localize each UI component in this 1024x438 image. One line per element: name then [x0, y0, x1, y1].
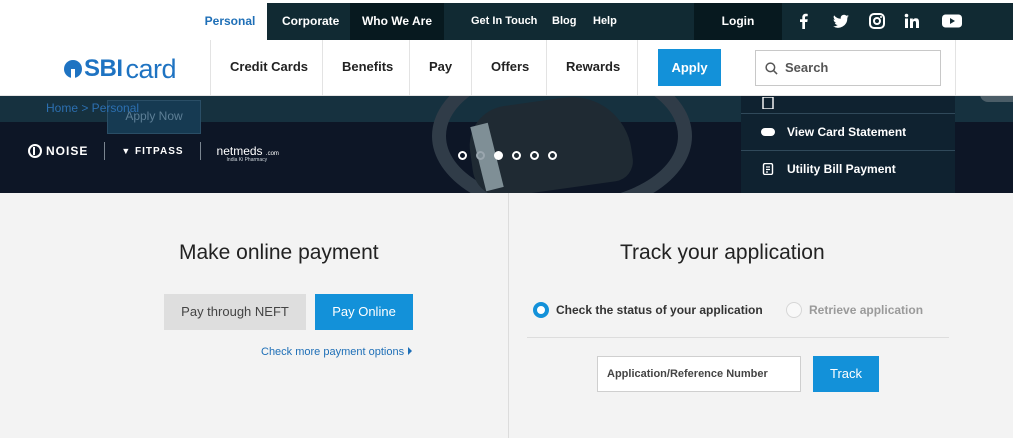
pay-online-button[interactable]: Pay Online	[315, 294, 413, 330]
status-radio[interactable]	[533, 302, 549, 318]
quick-links-panel: View Card Statement Utility Bill Payment	[741, 96, 955, 193]
quick-link-label: View Card Statement	[787, 125, 907, 139]
topnav-blog[interactable]: Blog	[552, 3, 576, 40]
sbi-card-logo[interactable]: SBI card	[64, 53, 177, 84]
nav-divider	[546, 40, 547, 96]
carousel-dot[interactable]	[458, 151, 467, 160]
caret-right-icon	[408, 347, 413, 355]
track-divider	[527, 337, 949, 338]
carousel-dots	[458, 151, 566, 160]
youtube-icon[interactable]	[942, 13, 962, 29]
linkedin-icon[interactable]	[904, 13, 920, 29]
apply-button[interactable]: Apply	[658, 49, 721, 86]
netmeds-tagline: India Ki Pharmacy	[226, 157, 268, 163]
bill-icon	[762, 163, 774, 175]
search-placeholder: Search	[785, 60, 829, 75]
nav-divider	[471, 40, 472, 96]
retrieve-radio-label[interactable]: Retrieve application	[809, 303, 923, 317]
nav-offers[interactable]: Offers	[491, 40, 529, 96]
carousel-dot[interactable]	[476, 151, 485, 160]
login-link[interactable]: Login	[694, 3, 782, 40]
netmeds-logo: netmeds .com India Ki Pharmacy	[216, 144, 279, 163]
partner-logos: NOISE ▼ FITPASS netmeds .com India Ki Ph…	[28, 138, 279, 164]
noise-logo-text: NOISE	[46, 144, 89, 158]
topnav-personal[interactable]: Personal	[193, 3, 267, 40]
quick-link-label: Utility Bill Payment	[787, 162, 896, 176]
fitpass-logo: ▼ FITPASS	[121, 146, 183, 157]
breadcrumb[interactable]: Home > Personal	[46, 101, 139, 115]
topnav-who-we-are[interactable]: Who We Are	[350, 3, 444, 40]
fitpass-logo-text: FITPASS	[135, 145, 184, 157]
top-bar: Personal Corporate Who We Are Get In Tou…	[0, 3, 1013, 40]
logo-sbi-text: SBI	[84, 55, 123, 82]
nav-divider	[409, 40, 410, 96]
nav-divider	[210, 40, 211, 96]
netmeds-logo-text: netmeds	[216, 144, 263, 158]
partner-divider	[199, 142, 201, 160]
nav-benefits[interactable]: Benefits	[342, 40, 393, 96]
fitpass-logo-icon: ▼	[121, 145, 132, 156]
carousel-dot-active[interactable]	[494, 151, 503, 160]
carousel-dot[interactable]	[548, 151, 557, 160]
nav-divider	[955, 40, 956, 96]
twitter-icon[interactable]	[833, 13, 849, 29]
quick-link-view-card-statement[interactable]: View Card Statement	[741, 113, 955, 150]
more-payment-options-label: Check more payment options	[261, 346, 405, 358]
topnav-get-in-touch[interactable]: Get In Touch	[471, 3, 537, 40]
content-area: Make online payment Pay through NEFT Pay…	[0, 193, 1013, 438]
netmeds-logo-suffix: .com	[265, 151, 279, 157]
logo-card-text: card	[125, 53, 177, 84]
payment-title: Make online payment	[179, 241, 379, 264]
nav-rewards[interactable]: Rewards	[566, 40, 620, 96]
logo-mark-icon	[64, 60, 82, 78]
noise-logo-icon	[28, 144, 42, 158]
doc-icon	[762, 97, 774, 109]
card-icon	[761, 128, 775, 136]
carousel-dot[interactable]	[530, 151, 539, 160]
topnav-corporate[interactable]: Corporate	[282, 3, 339, 40]
search-input[interactable]: Search	[755, 50, 941, 86]
status-radio-label[interactable]: Check the status of your application	[556, 303, 763, 317]
retrieve-radio[interactable]	[786, 302, 802, 318]
section-divider	[508, 193, 509, 438]
nav-credit-cards[interactable]: Credit Cards	[230, 40, 308, 96]
nav-pay[interactable]: Pay	[429, 40, 452, 96]
pay-through-neft-button[interactable]: Pay through NEFT	[164, 294, 306, 330]
instagram-icon[interactable]	[869, 13, 885, 29]
nav-divider	[637, 40, 638, 96]
facebook-icon[interactable]	[796, 13, 812, 29]
quick-link-utility-bill-payment[interactable]: Utility Bill Payment	[741, 150, 955, 187]
topnav-help[interactable]: Help	[593, 3, 617, 40]
noise-logo: NOISE	[28, 144, 88, 158]
hero-graphic-blob	[980, 96, 1013, 102]
search-icon	[765, 62, 778, 75]
more-payment-options-link[interactable]: Check more payment options	[261, 346, 413, 358]
partner-divider	[104, 142, 106, 160]
reference-number-input[interactable]	[597, 356, 801, 392]
nav-divider	[322, 40, 323, 96]
page: Personal Corporate Who We Are Get In Tou…	[0, 0, 1024, 438]
carousel-dot[interactable]	[512, 151, 521, 160]
track-title: Track your application	[620, 241, 825, 264]
track-button[interactable]: Track	[813, 356, 879, 392]
